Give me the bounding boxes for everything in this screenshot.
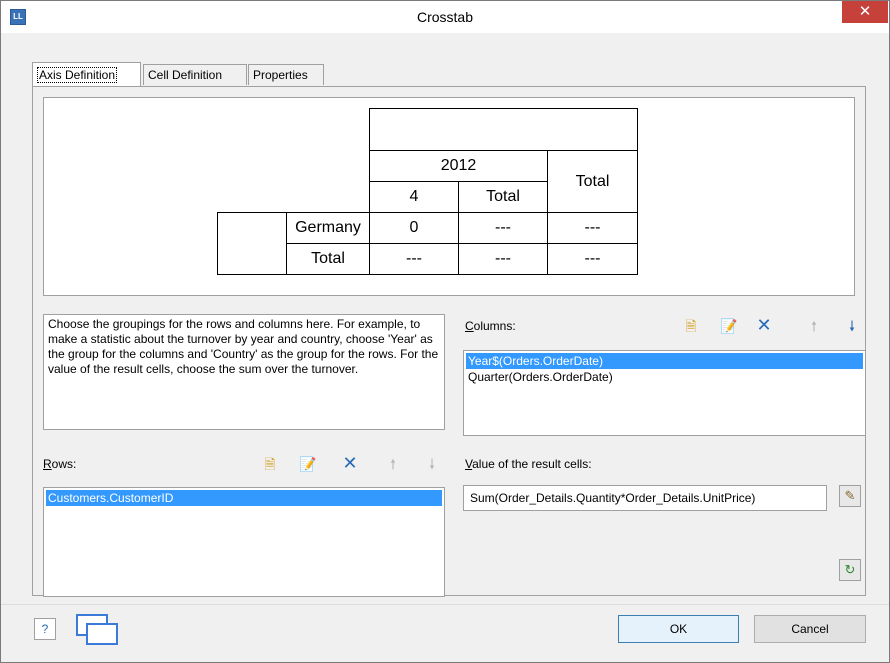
move-down-icon[interactable]: 🠗 <box>844 318 860 334</box>
list-item[interactable]: Year$(Orders.OrderDate) <box>466 353 863 369</box>
preview-cell: --- <box>547 212 638 244</box>
edit-item-icon[interactable]: 📝 <box>720 318 737 334</box>
tab-cell-definition[interactable]: Cell Definition <box>143 64 247 85</box>
ok-button[interactable]: OK <box>618 615 739 643</box>
title-bar: LL Crosstab ✕ <box>1 1 889 33</box>
preview-quarter-total-cell: Total <box>458 181 548 213</box>
preview-row-label: Germany <box>286 212 370 244</box>
tab-properties[interactable]: Properties <box>248 64 324 85</box>
list-item[interactable]: Customers.CustomerID <box>46 490 442 506</box>
value-label: Value of the result cells: <box>465 457 592 471</box>
footer-separator <box>1 604 889 605</box>
list-item[interactable]: Quarter(Orders.OrderDate) <box>466 369 863 385</box>
refresh-button[interactable]: ↻ <box>839 559 861 581</box>
new-item-icon[interactable]: 🗎 <box>262 456 278 472</box>
tab-axis-definition[interactable]: Axis Definition <box>32 62 141 86</box>
preview-cell: 0 <box>369 212 459 244</box>
crosstab-dialog: LL Crosstab ✕ Axis Definition Cell Defin… <box>0 0 890 663</box>
help-icon: ? <box>41 622 49 636</box>
window-title: Crosstab <box>416 9 474 25</box>
preview-row-group-cell <box>217 212 287 275</box>
value-expression-field[interactable]: Sum(Order_Details.Quantity*Order_Details… <box>463 485 827 511</box>
close-button[interactable]: ✕ <box>842 1 888 23</box>
refresh-icon: ↻ <box>844 562 856 577</box>
new-item-icon[interactable]: 🗎 <box>683 318 699 334</box>
formula-wizard-icon: ✎ <box>844 488 856 503</box>
edit-item-icon[interactable]: 📝 <box>299 456 316 472</box>
preview-cell: --- <box>458 212 548 244</box>
preview-year-cell: 2012 <box>369 150 548 182</box>
columns-list[interactable]: Year$(Orders.OrderDate) Quarter(Orders.O… <box>463 350 866 436</box>
move-down-icon[interactable]: 🠗 <box>424 456 440 472</box>
crosstab-preview: 2012 Total 4 Total Germany Total 0 --- -… <box>43 97 855 296</box>
formula-wizard-button[interactable]: ✎ <box>839 485 861 507</box>
rows-label: Rows: <box>43 457 77 471</box>
preview-quarter-cell: 4 <box>369 181 459 213</box>
rows-list[interactable]: Customers.CustomerID <box>43 487 445 597</box>
description-text: Choose the groupings for the rows and co… <box>43 314 445 430</box>
delete-icon[interactable]: ✕ <box>342 454 358 472</box>
columns-label: Columns: <box>465 319 516 333</box>
move-up-icon[interactable]: 🠕 <box>385 456 401 472</box>
preview-row-total: Total <box>286 243 370 275</box>
preview-cell: --- <box>369 243 459 275</box>
preview-header-cell <box>369 108 638 151</box>
preview-cell: --- <box>458 243 548 275</box>
preview-cell: --- <box>547 243 638 275</box>
help-button[interactable]: ? <box>34 618 56 640</box>
move-up-icon[interactable]: 🠕 <box>806 318 822 334</box>
cancel-button[interactable]: Cancel <box>754 615 866 643</box>
window-icon[interactable] <box>76 614 118 645</box>
preview-total-column: Total <box>547 150 638 213</box>
delete-icon[interactable]: ✕ <box>756 316 772 334</box>
